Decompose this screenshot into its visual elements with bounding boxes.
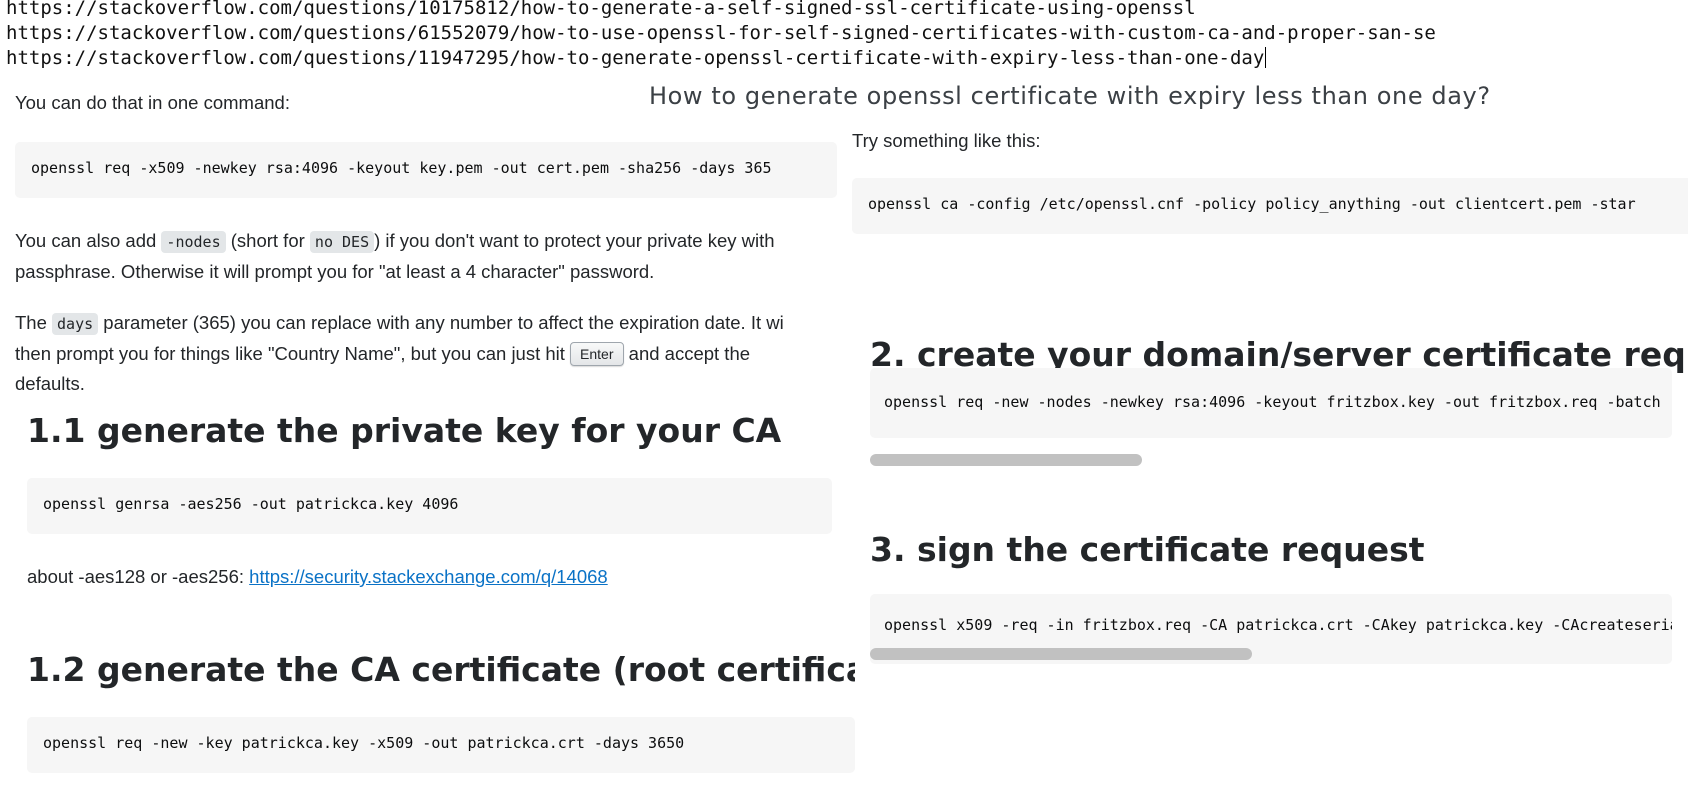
heading-1-2: 1.2 generate the CA certificate (root ce… <box>27 650 855 689</box>
text-fragment: The <box>15 312 53 333</box>
heading-3: 3. sign the certificate request <box>870 530 1425 569</box>
answer-one-clip: You can do that in one command: openssl … <box>0 78 850 408</box>
text-fragment: defaults. <box>15 373 85 394</box>
code-3: openssl x509 -req -in fritzbox.req -CA p… <box>884 616 1672 634</box>
answer-three-code: openssl ca -config /etc/openssl.cnf -pol… <box>868 195 1636 213</box>
text-fragment: about -aes128 or -aes256: <box>27 566 250 587</box>
security-stackexchange-link[interactable]: https://security.stackexchange.com/q/140… <box>249 566 608 587</box>
inline-code-days: days <box>52 313 99 335</box>
text-fragment: You can also add <box>15 230 162 251</box>
inline-code-nodes: -nodes <box>161 231 226 253</box>
answer-one-intro: You can do that in one command: <box>15 92 290 113</box>
answer-one-code-block[interactable]: openssl req -x509 -newkey rsa:4096 -keyo… <box>15 142 837 198</box>
answer-one-paragraph-nodes: You can also add -nodes (short for no DE… <box>15 226 775 287</box>
inline-code-no-des: no DES <box>309 231 375 253</box>
text-cursor <box>1265 47 1267 68</box>
text-fragment: then prompt you for things like "Country… <box>15 343 571 364</box>
code-block-1-1[interactable]: openssl genrsa -aes256 -out patrickca.ke… <box>27 478 832 534</box>
code-block-2-scrollbar[interactable] <box>870 454 1142 466</box>
answer-three-code-block[interactable]: openssl ca -config /etc/openssl.cnf -pol… <box>852 178 1688 234</box>
code-block-1-2[interactable]: openssl req -new -key patrickca.key -x50… <box>27 717 855 773</box>
code-block-2[interactable]: openssl req -new -nodes -newkey rsa:4096… <box>870 368 1672 438</box>
answer-two-left-clip: 1.1 generate the private key for your CA… <box>0 405 855 785</box>
url-list[interactable]: https://stackoverflow.com/questions/1017… <box>6 0 1436 71</box>
url-line-1: https://stackoverflow.com/questions/1017… <box>6 0 1196 19</box>
answer-three-intro: Try something like this: <box>852 130 1041 151</box>
url-line-3: https://stackoverflow.com/questions/1194… <box>6 46 1436 71</box>
text-fragment: ) if you don't want to protect your priv… <box>374 230 775 251</box>
text-fragment: (short for <box>225 230 310 251</box>
question-title[interactable]: How to generate openssl certificate with… <box>649 82 1491 110</box>
code-2: openssl req -new -nodes -newkey rsa:4096… <box>884 393 1672 411</box>
code-block-3-scrollbar[interactable] <box>870 648 1252 660</box>
kbd-enter: Enter <box>570 342 624 366</box>
url-line-3-text: https://stackoverflow.com/questions/1194… <box>6 47 1265 69</box>
answer-one-paragraph-days: The days parameter (365) you can replace… <box>15 308 784 399</box>
code-1-1: openssl genrsa -aes256 -out patrickca.ke… <box>43 495 459 513</box>
code-1-2: openssl req -new -key patrickca.key -x50… <box>43 734 685 752</box>
text-fragment: parameter (365) you can replace with any… <box>98 312 784 333</box>
answer-three-clip: Try something like this: openssl ca -con… <box>850 116 1688 236</box>
text-fragment: and accept the <box>623 343 751 364</box>
url-line-2: https://stackoverflow.com/questions/6155… <box>6 22 1436 44</box>
text-fragment: passphrase. Otherwise it will prompt you… <box>15 261 655 282</box>
answer-two-right-clip: 2. create your domain/server certificate… <box>870 330 1688 670</box>
answer-one-code: openssl req -x509 -newkey rsa:4096 -keyo… <box>31 159 772 177</box>
about-aes-paragraph: about -aes128 or -aes256: https://securi… <box>27 562 608 592</box>
heading-1-1: 1.1 generate the private key for your CA <box>27 411 782 450</box>
